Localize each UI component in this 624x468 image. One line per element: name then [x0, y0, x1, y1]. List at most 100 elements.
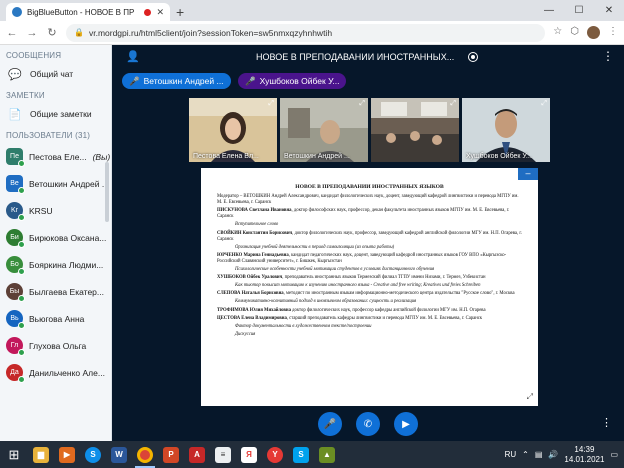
- notifications-icon[interactable]: ▭: [610, 450, 618, 459]
- clock[interactable]: 14:39 14.01.2021: [564, 445, 604, 465]
- user-list-item[interactable]: Да Данильченко Але...: [0, 359, 111, 386]
- slide-text: Вступительное слово: [235, 222, 279, 228]
- talker-name: Ветошкин Андрей ...: [143, 76, 224, 86]
- user-list-item[interactable]: Пе Пестова Еле... (Вы): [0, 143, 111, 170]
- photos-icon[interactable]: ▲: [314, 441, 340, 468]
- microphone-button[interactable]: 🎤: [318, 412, 342, 436]
- slide-text: Как тьютор повысит мотивацию к изучению …: [235, 283, 481, 289]
- window-controls: — ☐ ✕: [534, 0, 624, 21]
- webcam-tile[interactable]: Пестова Елена Вл... ⤢: [189, 98, 277, 162]
- user-list-item[interactable]: Kr KRSU: [0, 197, 111, 224]
- close-window-icon[interactable]: ✕: [594, 0, 624, 21]
- user-list-item[interactable]: Бо Бояркина Людми...: [0, 251, 111, 278]
- webcam-tile[interactable]: ⤢: [371, 98, 459, 162]
- skype-business-icon[interactable]: S: [288, 441, 314, 468]
- volume-icon[interactable]: 🔊: [548, 450, 558, 459]
- language-indicator[interactable]: RU: [505, 450, 517, 459]
- user-name: KRSU: [29, 205, 53, 216]
- slide-text: Коммуникативно-когнитивный подход в иноя…: [235, 299, 417, 305]
- skype-icon[interactable]: S: [80, 441, 106, 468]
- meeting-main-area: 👤 НОВОЕ В ПРЕПОДАВАНИИ ИНОСТРАННЫХ... ⋮ …: [112, 45, 624, 441]
- webcam-tile[interactable]: Ветошкин Андрей ... ⤢: [280, 98, 368, 162]
- file-explorer-icon[interactable]: ▆: [28, 441, 54, 468]
- tray-chevron-icon[interactable]: ⌃: [522, 450, 529, 459]
- user-list-item[interactable]: Вь Вьюгова Анна: [0, 305, 111, 332]
- user-list-item[interactable]: Ве Ветошкин Андрей ...: [0, 170, 111, 197]
- media-player-icon[interactable]: ▶: [54, 441, 80, 468]
- word-icon[interactable]: W: [106, 441, 132, 468]
- expand-icon[interactable]: ⤢: [450, 100, 456, 108]
- bookmark-star-icon[interactable]: ☆: [553, 26, 562, 39]
- url-field[interactable]: 🔒 vr.mordgpi.ru/html5client/join?session…: [66, 23, 546, 42]
- powerpoint-icon[interactable]: P: [158, 441, 184, 468]
- reload-icon[interactable]: ↻: [46, 26, 58, 39]
- document-icon[interactable]: ≡: [210, 441, 236, 468]
- minimize-icon[interactable]: —: [534, 0, 564, 21]
- network-icon[interactable]: ▤: [535, 450, 543, 459]
- online-status-icon: [18, 295, 25, 302]
- shared-notes-item[interactable]: 📄 Общие заметки: [0, 103, 111, 125]
- maximize-icon[interactable]: ☐: [564, 0, 594, 21]
- online-status-icon: [18, 160, 25, 167]
- talking-indicator[interactable]: 🎤 Хушбоков Ойбек У...: [238, 73, 347, 89]
- slide-speaker-entry: Модератор – ВЕТОШКИН Андрей Александрови…: [217, 194, 522, 206]
- slide-text: , старший преподаватель кафедры лингвист…: [286, 315, 483, 321]
- menu-dots-icon[interactable]: ⋮: [608, 26, 618, 39]
- user-list-item[interactable]: Бы Былгаева Екатер...: [0, 278, 111, 305]
- public-chat-item[interactable]: 💬 Общий чат: [0, 63, 111, 85]
- yandex-icon[interactable]: Я: [236, 441, 262, 468]
- windows-start-icon[interactable]: ⊞: [0, 441, 28, 468]
- browser-tab[interactable]: BigBlueButton - НОВОЕ В ПР ✕: [6, 3, 170, 21]
- extension-icon[interactable]: ⬡: [570, 26, 579, 39]
- user-avatar: Kr: [6, 202, 25, 221]
- user-list-item[interactable]: Би Бирюкова Оксана...: [0, 224, 111, 251]
- user-you-suffix: (Вы): [92, 151, 111, 162]
- user-name: Данильченко Але...: [29, 367, 105, 378]
- slide-text: доктор филологических наук, профессор ка…: [290, 307, 486, 313]
- slide-talk-title: Дискуссия: [217, 332, 522, 338]
- user-avatar: Ве: [6, 175, 25, 194]
- webcam-tile[interactable]: Хушбоков Ойбек У... ⤢: [462, 98, 550, 162]
- pdf-icon[interactable]: A: [184, 441, 210, 468]
- webcam-label: Ветошкин Андрей ...: [284, 153, 350, 160]
- slide-talk-title: Фактор документальности в художественном…: [217, 324, 522, 330]
- user-list-toggle-icon[interactable]: 👤: [126, 50, 140, 63]
- forward-icon[interactable]: →: [26, 27, 38, 39]
- meeting-topbar: 👤 НОВОЕ В ПРЕПОДАВАНИИ ИНОСТРАННЫХ... ⋮: [112, 45, 624, 69]
- bbb-favicon-icon: [12, 7, 22, 17]
- expand-icon[interactable]: ⤢: [268, 100, 274, 108]
- slide-text: Фактор документальности в художественном…: [235, 323, 372, 329]
- minimize-presentation-icon[interactable]: –: [518, 168, 538, 180]
- microphone-icon: 🎤: [245, 75, 256, 86]
- user-list-item[interactable]: Гл Глухова Ольга: [0, 332, 111, 359]
- camera-button[interactable]: ▶: [394, 412, 418, 436]
- tab-close-icon[interactable]: ✕: [156, 7, 164, 18]
- actions-menu-icon[interactable]: ⋮: [601, 416, 612, 429]
- phone-audio-button[interactable]: ✆: [356, 412, 380, 436]
- slide-talk-title: Коммуникативно-когнитивный подход в иноя…: [217, 299, 522, 305]
- slide-speaker-entry: ЦЕСТОВА Елена Владимировна, старший преп…: [217, 316, 522, 322]
- expand-icon[interactable]: ⤢: [541, 100, 547, 108]
- online-status-icon: [18, 187, 25, 194]
- options-menu-icon[interactable]: ⋮: [602, 49, 614, 63]
- fullscreen-icon[interactable]: ⤢: [527, 392, 533, 402]
- chrome-icon[interactable]: [132, 441, 158, 468]
- slide-speaker-entry: СВОЙКИН Константин Борисович, доктор фил…: [217, 231, 522, 243]
- online-status-icon: [18, 214, 25, 221]
- user-list: Пе Пестова Еле... (Вы) Ве Ветошкин Андрей ..…: [0, 143, 111, 386]
- shared-notes-label: Общие заметки: [30, 109, 92, 119]
- back-icon[interactable]: ←: [6, 27, 18, 39]
- clock-time: 14:39: [574, 444, 595, 454]
- user-list-scrollbar[interactable]: [105, 162, 109, 222]
- talking-indicator-active[interactable]: 🎤 Ветошкин Андрей ...: [122, 73, 231, 89]
- profile-avatar-icon[interactable]: [587, 26, 600, 39]
- user-avatar: Бы: [6, 283, 25, 302]
- notes-header: ЗАМЕТКИ: [6, 91, 45, 100]
- expand-icon[interactable]: ⤢: [359, 100, 365, 108]
- yandex-browser-icon[interactable]: Y: [262, 441, 288, 468]
- recording-icon[interactable]: [468, 52, 478, 62]
- new-tab-icon[interactable]: +: [176, 4, 184, 20]
- sidebar: СООБЩЕНИЯ 💬 Общий чат ЗАМЕТКИ 📄 Общие за…: [0, 45, 112, 441]
- recording-indicator-icon: [144, 8, 152, 16]
- slide-text: Дискуссия: [235, 331, 256, 337]
